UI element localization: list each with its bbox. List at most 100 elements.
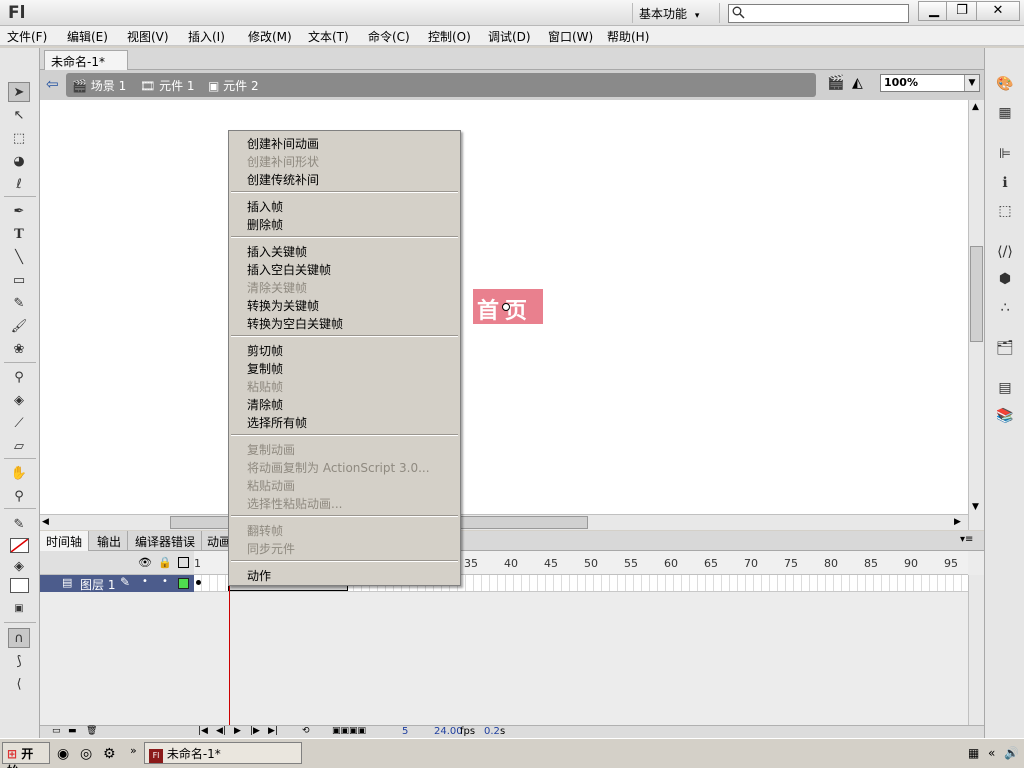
menu-window[interactable]: 窗口(W) [548,28,593,45]
scroll-up-icon[interactable]: ▲ [972,102,979,112]
scroll-left-icon[interactable]: ◀ [42,517,49,527]
workspace-switcher[interactable]: 基本功能 ▾ [632,3,720,23]
subselection-tool-icon[interactable]: ↖ [8,105,30,125]
new-layer-icon[interactable]: ▭ [52,726,61,736]
vertical-scroll-thumb[interactable] [970,246,983,342]
line-tool-icon[interactable]: ╲ [8,247,30,267]
eye-icon[interactable]: 👁 [138,556,152,569]
properties-icon[interactable]: ▤ [995,378,1015,398]
pen-tool-icon[interactable]: ✒ [8,201,30,221]
menu-commands[interactable]: 命令(C) [368,28,410,45]
menu-clear-frames[interactable]: 清除帧 [247,396,283,413]
menu-debug[interactable]: 调试(D) [488,28,531,45]
free-transform-tool-icon[interactable]: ⬚ [8,128,30,148]
layer-name[interactable]: 图层 1 [80,576,115,593]
actions-icon[interactable]: ⟨/⟩ [995,242,1015,262]
menu-edit[interactable]: 编辑(E) [67,28,108,45]
quick-launch-more-icon[interactable]: » [130,744,137,757]
breadcrumb-symbol-2[interactable]: ▣ 元件 2 [208,77,259,94]
keyframe-dot[interactable] [196,580,201,585]
timeline-vertical-scrollbar[interactable] [968,575,984,725]
menu-actions[interactable]: 动作 [247,567,271,584]
menu-modify[interactable]: 修改(M) [248,28,292,45]
project-icon[interactable]: 🗂 [995,338,1015,358]
menu-insert-blank-keyframe[interactable]: 插入空白关键帧 [247,261,331,278]
library-icon[interactable]: 📚 [995,406,1015,426]
menu-cut-frames[interactable]: 剪切帧 [247,342,283,359]
scroll-right-icon[interactable]: ▶ [954,517,961,527]
outline-icon[interactable] [178,557,189,568]
zoom-select[interactable]: 100% ▼ [880,74,980,92]
edit-symbols-icon[interactable]: ◭ [852,75,863,91]
close-button[interactable]: ✕ [976,1,1020,21]
search-input[interactable] [728,4,909,23]
last-frame-icon[interactable]: ▶| [268,726,278,736]
breadcrumb-symbol-1[interactable]: 🎞 元件 1 [140,77,195,94]
align-icon[interactable]: ⊫ [995,144,1015,164]
stroke-color-swatch[interactable] [10,538,29,553]
next-frame-icon[interactable]: |▶ [250,726,260,736]
keyboard-icon[interactable]: ▦ [968,746,979,760]
zoom-tool-icon[interactable]: ⚲ [8,486,30,506]
menu-convert-to-keyframes[interactable]: 转换为关键帧 [247,297,319,314]
text-tool-icon[interactable]: T [8,224,30,244]
lasso-tool-icon[interactable]: ℓ [8,174,30,194]
edit-scene-icon[interactable]: 🎬 [827,75,844,91]
pencil-tool-icon[interactable]: ✎ [8,293,30,313]
swatches-icon[interactable]: ▦ [995,103,1015,123]
onion-skin-icon[interactable]: ▣▣▣▣ [332,726,366,736]
menu-insert[interactable]: 插入(I) [188,28,225,45]
tray-expand-icon[interactable]: « [988,746,995,760]
back-arrow-icon[interactable]: ⇦ [46,75,59,93]
menu-insert-frame[interactable]: 插入帧 [247,198,283,215]
menu-help[interactable]: 帮助(H) [607,28,649,45]
eyedropper-tool-icon[interactable]: ⟋ [8,413,30,433]
menu-copy-frames[interactable]: 复制帧 [247,360,283,377]
start-button[interactable]: ⊞ 开始 [2,742,50,768]
previous-frame-icon[interactable]: ◀| [216,726,226,736]
snap-magnet-icon[interactable]: ∩ [8,628,30,648]
chevron-down-icon[interactable]: ▼ [964,75,979,91]
new-folder-icon[interactable]: ▬ [68,726,77,736]
layer-row[interactable]: ▤ 图层 1 ✎ • • [40,575,194,592]
stroke-color-icon[interactable]: ✎ [8,514,30,534]
motion-presets-icon[interactable]: ∴ [995,298,1015,318]
visibility-dot[interactable]: • [142,576,148,587]
breadcrumb-scene[interactable]: 🎬 场景 1 [72,77,126,94]
transform-icon[interactable]: ⬚ [995,201,1015,221]
settings-icon[interactable]: ⚙ [103,746,116,762]
loop-icon[interactable]: ⟲ [302,726,310,736]
play-icon[interactable]: ▶ [234,726,241,736]
components-icon[interactable]: ⬢ [995,269,1015,289]
color-panel-icon[interactable]: 🎨 [995,74,1015,94]
current-frame[interactable]: 5 [402,726,408,737]
document-tab[interactable]: 未命名-1* × [44,50,128,84]
brush-tool-icon[interactable]: 🖌 [8,316,30,336]
first-frame-icon[interactable]: |◀ [198,726,208,736]
frame-rate[interactable]: 24.00 [434,726,463,737]
bone-tool-icon[interactable]: ⚲ [8,367,30,387]
media-player-icon[interactable]: ◉ [57,746,69,762]
menu-text[interactable]: 文本(T) [308,28,349,45]
lock-dot[interactable]: • [162,576,168,587]
tab-timeline[interactable]: 时间轴 [40,531,90,551]
swap-colors-icon[interactable]: ▣ [8,598,30,618]
eraser-tool-icon[interactable]: ▱ [8,436,30,456]
scroll-down-icon[interactable]: ▼ [972,502,979,512]
playhead[interactable] [229,561,230,738]
volume-icon[interactable]: 🔊 [1004,746,1019,760]
fill-color-icon[interactable]: ◈ [8,556,30,576]
tab-output[interactable]: 输出 [91,531,129,551]
rectangle-tool-icon[interactable]: ▭ [8,270,30,290]
menu-file[interactable]: 文件(F) [7,28,47,45]
browser-icon[interactable]: ◎ [80,746,92,762]
menu-create-classic-tween[interactable]: 创建传统补间 [247,171,319,188]
deco-tool-icon[interactable]: ❀ [8,339,30,359]
menu-create-motion-tween[interactable]: 创建补间动画 [247,135,319,152]
menu-remove-frames[interactable]: 删除帧 [247,216,283,233]
menu-insert-keyframe[interactable]: 插入关键帧 [247,243,307,260]
menu-control[interactable]: 控制(O) [428,28,471,45]
taskbar-flash-window[interactable]: Fl 未命名-1* [144,742,302,764]
fill-color-swatch[interactable] [10,578,29,593]
paint-bucket-tool-icon[interactable]: ◈ [8,390,30,410]
